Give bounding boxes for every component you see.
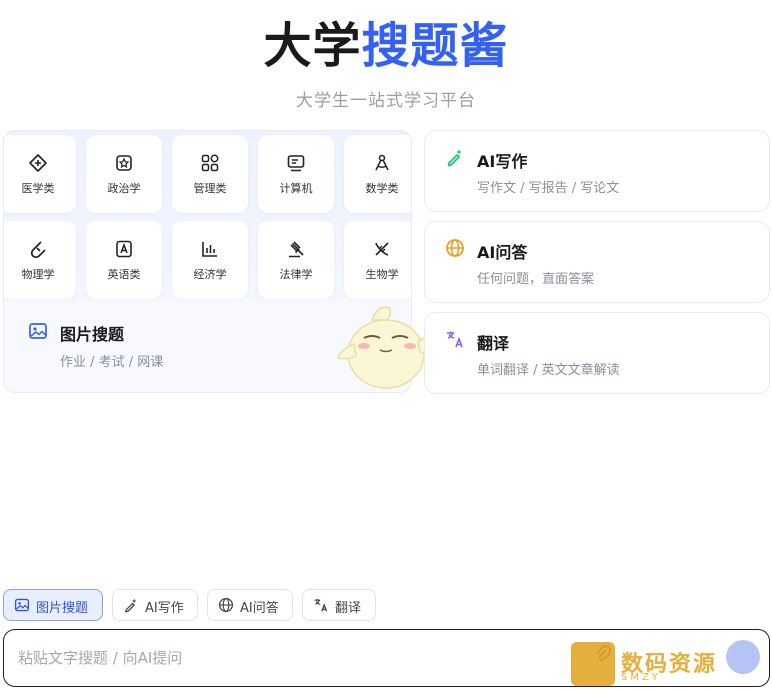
tool-label: AI问答	[240, 601, 279, 616]
translate-desc: 单词翻译 / 英文文章解读	[477, 363, 620, 378]
physics-icon	[30, 241, 46, 259]
medical-icon	[29, 154, 47, 172]
question-input[interactable]	[18, 644, 578, 672]
subject-computer[interactable]: 计算机	[258, 135, 334, 213]
subject-math[interactable]: 数学类	[344, 135, 411, 213]
subject-grid: 医学类 政治学 管理类 计算机 数学类 物理学 英语类 经济学 法律学 生物学	[4, 131, 411, 299]
translate-icon	[314, 599, 328, 612]
economics-icon	[202, 242, 217, 257]
ai-write-title: AI写作	[477, 152, 528, 171]
watermark-logo-icon	[571, 642, 615, 686]
title-part-2: 搜题酱	[361, 18, 509, 74]
subject-biology[interactable]: 生物学	[344, 221, 411, 299]
globe-icon	[446, 239, 464, 257]
subject-english[interactable]: 英语类	[86, 221, 162, 299]
tool-ai-write[interactable]: AI写作	[112, 589, 198, 621]
translate-icon	[447, 331, 463, 348]
tool-label: AI写作	[145, 601, 184, 616]
subject-physics[interactable]: 物理学	[4, 221, 76, 299]
subject-label: 法律学	[279, 268, 313, 281]
biology-icon	[375, 242, 389, 256]
image-icon	[14, 598, 30, 612]
ai-write-icon	[125, 598, 137, 613]
title-part-1: 大学	[263, 18, 362, 74]
ai-qa-desc: 任何问题，直面答案	[477, 272, 595, 287]
ai-qa-card[interactable]: AI问答 任何问题，直面答案	[424, 221, 770, 303]
page-subtitle: 大学生一站式学习平台	[296, 91, 476, 111]
ai-qa-title: AI问答	[477, 243, 528, 262]
ai-write-desc: 写作文 / 写报告 / 写论文	[477, 181, 620, 196]
subject-label: 管理类	[193, 182, 227, 195]
globe-icon	[218, 597, 234, 613]
subject-label: 计算机	[279, 182, 313, 195]
english-icon	[116, 240, 132, 258]
tool-label: 图片搜题	[36, 601, 89, 616]
subject-label: 英语类	[107, 268, 141, 281]
photo-search-title: 图片搜题	[60, 325, 125, 344]
subject-management[interactable]: 管理类	[172, 135, 248, 213]
tool-ai-qa[interactable]: AI问答	[207, 589, 293, 621]
tool-translate[interactable]: 翻译	[302, 589, 376, 621]
tool-label: 翻译	[335, 601, 362, 616]
subject-label: 政治学	[107, 182, 141, 195]
mascot-illustration	[337, 306, 435, 389]
subject-label: 生物学	[365, 268, 399, 281]
page-title: 大学搜题酱	[0, 14, 772, 78]
management-icon	[201, 154, 219, 172]
law-icon	[289, 241, 304, 258]
watermark-sub: SMZY	[621, 672, 661, 683]
subject-law[interactable]: 法律学	[258, 221, 334, 299]
subject-economics[interactable]: 经济学	[172, 221, 248, 299]
subject-politics[interactable]: 政治学	[86, 135, 162, 213]
subject-medical[interactable]: 医学类	[4, 135, 76, 213]
subject-label: 医学类	[21, 182, 55, 195]
tool-photo-search[interactable]: 图片搜题	[3, 589, 103, 621]
app-page: 大学搜题酱 大学生一站式学习平台 医学类 政治学 管理类 计算机 数学类 物理学…	[0, 0, 772, 691]
translate-card[interactable]: 翻译 单词翻译 / 英文文章解读	[424, 312, 770, 394]
ai-write-card[interactable]: AI写作 写作文 / 写报告 / 写论文	[424, 130, 770, 212]
translate-title: 翻译	[477, 334, 510, 353]
watermark: 数码资源 SMZY	[571, 640, 767, 688]
photo-search-desc: 作业 / 考试 / 网课	[60, 355, 164, 370]
subject-label: 经济学	[193, 268, 227, 281]
politics-icon	[116, 155, 132, 171]
subject-label: 数学类	[365, 182, 399, 195]
math-icon	[375, 154, 389, 171]
subject-label: 物理学	[21, 268, 55, 281]
computer-icon	[287, 155, 305, 172]
ai-write-icon	[447, 149, 462, 167]
image-icon	[29, 323, 47, 339]
